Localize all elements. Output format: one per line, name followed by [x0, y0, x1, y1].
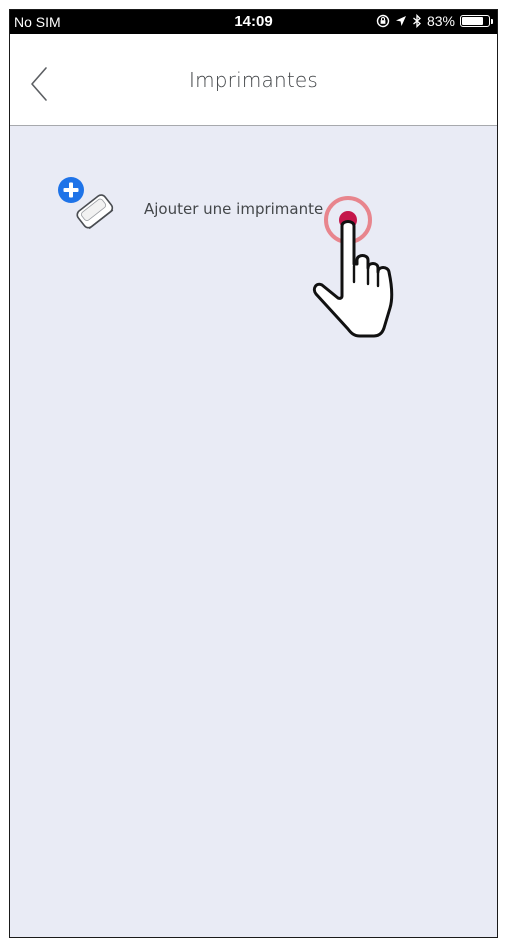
status-indicators: 83% [376, 13, 493, 29]
battery-fill [462, 17, 483, 25]
screen: No SIM 14:09 83% Imprimantes Ajouter une… [9, 9, 498, 938]
add-printer-label: Ajouter une imprimante [144, 200, 324, 218]
page-title: Imprimantes [188, 68, 319, 92]
battery-tip [491, 18, 493, 24]
battery-icon [460, 15, 490, 27]
hand-pointer-icon [312, 196, 394, 338]
location-arrow-icon [395, 16, 406, 26]
printer-list: Ajouter une imprimante [10, 126, 497, 937]
navigation-bar: Imprimantes [10, 34, 497, 126]
orientation-lock-icon [376, 14, 390, 28]
printer-add-icon [58, 177, 114, 230]
bluetooth-icon [413, 14, 421, 28]
battery-percent: 83% [426, 13, 455, 29]
status-bar: No SIM 14:09 83% [10, 10, 497, 34]
